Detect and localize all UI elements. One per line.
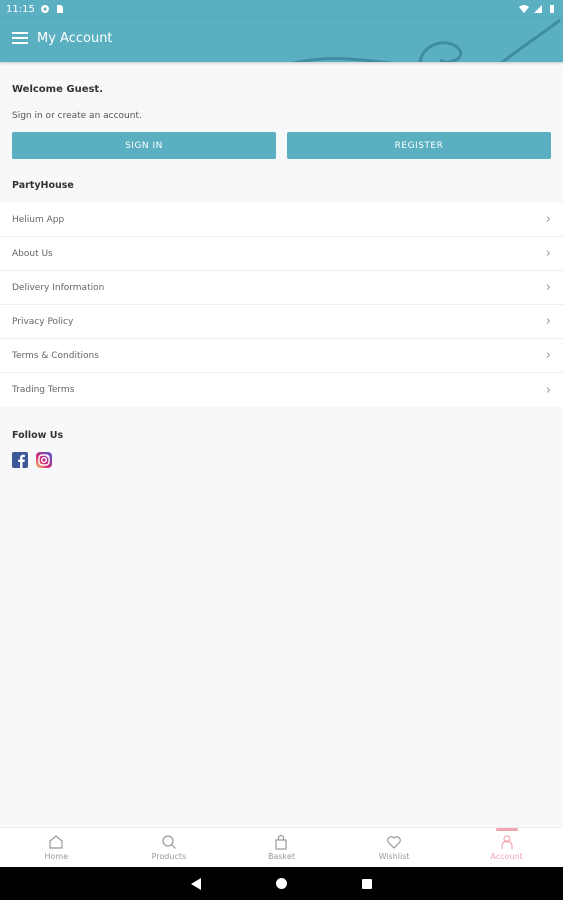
home-button-icon[interactable] — [276, 878, 287, 889]
list-item-label: Trading Terms — [12, 385, 75, 395]
back-icon[interactable] — [191, 877, 201, 890]
menu-icon[interactable] — [12, 32, 28, 48]
chevron-right-icon: › — [545, 212, 551, 227]
register-button[interactable]: REGISTER — [287, 132, 551, 159]
battery-icon — [550, 5, 554, 13]
sim-icon — [56, 5, 63, 13]
account-content: Welcome Guest. Sign in or create an acco… — [0, 62, 563, 468]
welcome-section: Welcome Guest. Sign in or create an acco… — [0, 84, 563, 159]
facebook-icon[interactable] — [12, 452, 28, 468]
sign-in-button[interactable]: SIGN IN — [12, 132, 276, 159]
settings-icon — [40, 5, 49, 13]
status-bar: 11:15 — [0, 0, 563, 18]
nav-account[interactable]: Account — [450, 828, 563, 867]
chevron-right-icon: › — [545, 348, 551, 363]
instagram-icon[interactable] — [36, 452, 52, 468]
welcome-subtext: Sign in or create an account. — [12, 111, 142, 121]
nav-label: Products — [151, 852, 187, 861]
chevron-right-icon: › — [545, 382, 551, 398]
home-icon — [49, 835, 63, 849]
nav-label: Home — [44, 852, 69, 861]
list-item-delivery-information[interactable]: Delivery Information › — [0, 271, 563, 305]
nav-products[interactable]: Products — [113, 828, 226, 867]
social-links — [0, 452, 563, 468]
nav-wishlist[interactable]: Wishlist — [338, 828, 451, 867]
welcome-heading: Welcome Guest. — [12, 84, 104, 95]
signal-icon — [534, 5, 542, 13]
nav-label: Basket — [268, 852, 295, 861]
chevron-right-icon: › — [545, 314, 551, 329]
user-icon — [501, 835, 513, 849]
list-item-label: Helium App — [12, 214, 65, 225]
nav-label: Wishlist — [378, 852, 410, 861]
app-bar: My Account — [0, 18, 563, 62]
search-icon — [162, 835, 176, 849]
nav-basket[interactable]: Basket — [225, 828, 338, 867]
basket-icon — [275, 834, 288, 850]
partyhouse-list: Helium App › About Us › Delivery Informa… — [0, 203, 563, 407]
list-item-helium-app[interactable]: Helium App › — [0, 203, 563, 237]
page-title: My Account — [37, 31, 113, 46]
bottom-nav: Home Products Basket Wishlist Account — [0, 827, 563, 867]
list-item-label: Terms & Conditions — [12, 350, 99, 361]
chevron-right-icon: › — [545, 246, 551, 261]
list-item-label: About Us — [12, 248, 53, 259]
nav-label: Account — [490, 852, 523, 861]
list-item-about-us[interactable]: About Us › — [0, 237, 563, 271]
recent-apps-icon[interactable] — [362, 878, 372, 889]
auth-buttons: SIGN IN REGISTER — [12, 132, 551, 159]
chevron-right-icon: › — [545, 280, 551, 295]
system-nav-bar — [0, 867, 563, 900]
heart-icon — [387, 836, 401, 849]
follow-us-title: Follow Us — [12, 430, 64, 441]
list-item-label: Delivery Information — [12, 282, 105, 293]
list-item-terms-conditions[interactable]: Terms & Conditions › — [0, 339, 563, 373]
list-item-trading-terms[interactable]: Trading Terms › — [0, 373, 563, 407]
status-time: 11:15 — [6, 3, 35, 15]
wifi-icon — [519, 5, 529, 13]
partyhouse-title: PartyHouse — [12, 180, 74, 191]
list-item-label: Privacy Policy — [12, 316, 74, 327]
list-item-privacy-policy[interactable]: Privacy Policy › — [0, 305, 563, 339]
nav-home[interactable]: Home — [0, 828, 113, 867]
